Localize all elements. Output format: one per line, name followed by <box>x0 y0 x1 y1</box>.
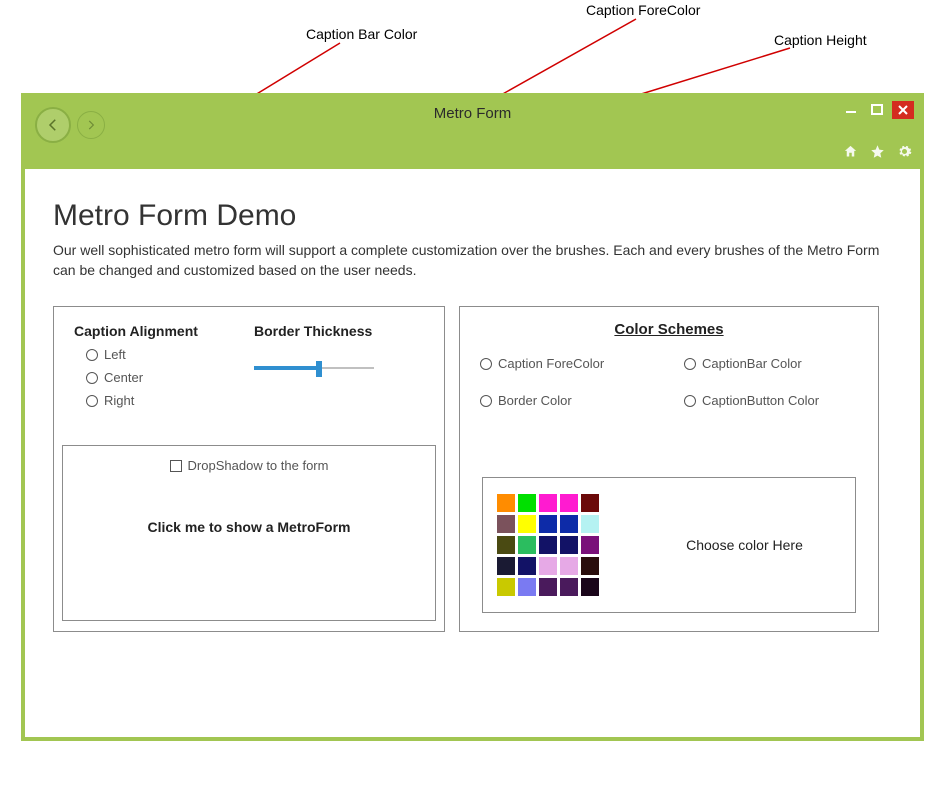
annotation-caption-height: Caption Height <box>774 32 867 48</box>
star-icon[interactable] <box>870 144 885 163</box>
color-scheme-options: Caption ForeColor CaptionBar Color Borde… <box>474 356 864 408</box>
radio-center[interactable]: Center <box>86 370 224 385</box>
back-button[interactable] <box>35 107 71 143</box>
color-swatch[interactable] <box>581 515 599 533</box>
color-swatch[interactable] <box>581 557 599 575</box>
page-description: Our well sophisticated metro form will s… <box>53 241 892 280</box>
dropshadow-checkbox[interactable]: DropShadow to the form <box>170 458 329 473</box>
color-swatch[interactable] <box>560 578 578 596</box>
color-swatch[interactable] <box>581 536 599 554</box>
color-swatch[interactable] <box>581 578 599 596</box>
color-swatch[interactable] <box>518 536 536 554</box>
annotation-caption-forecolor: Caption ForeColor <box>586 2 700 18</box>
color-swatch[interactable] <box>560 515 578 533</box>
color-schemes-title: Color Schemes <box>474 321 864 338</box>
forward-button[interactable] <box>77 111 105 139</box>
inner-box: DropShadow to the form Click me to show … <box>62 445 436 621</box>
color-swatch[interactable] <box>497 557 515 575</box>
radio-right[interactable]: Right <box>86 393 224 408</box>
color-swatch[interactable] <box>560 557 578 575</box>
color-swatch[interactable] <box>518 515 536 533</box>
system-buttons <box>840 101 914 119</box>
window-title: Metro Form <box>434 105 512 122</box>
color-swatch[interactable] <box>518 557 536 575</box>
color-swatch[interactable] <box>539 494 557 512</box>
caption-bar: Metro Form <box>25 97 920 169</box>
radio-border-color[interactable]: Border Color <box>480 393 654 408</box>
color-swatch[interactable] <box>497 494 515 512</box>
color-swatch[interactable] <box>497 515 515 533</box>
content-area: Metro Form Demo Our well sophisticated m… <box>25 169 920 656</box>
color-swatch[interactable] <box>497 536 515 554</box>
choose-color-label: Choose color Here <box>648 536 841 554</box>
panel-right: Color Schemes Caption ForeColor CaptionB… <box>459 306 879 632</box>
dropshadow-label: DropShadow to the form <box>188 458 329 473</box>
metro-form-window: Metro Form Metro Form Demo <box>21 93 924 741</box>
gear-icon[interactable] <box>897 144 912 163</box>
color-swatch[interactable] <box>560 536 578 554</box>
radio-caption-forecolor[interactable]: Caption ForeColor <box>480 356 654 371</box>
color-swatch[interactable] <box>539 536 557 554</box>
color-picker: Choose color Here <box>482 477 856 613</box>
color-swatch[interactable] <box>518 578 536 596</box>
caption-alignment-group: Left Center Right <box>74 347 224 408</box>
color-swatch[interactable] <box>539 578 557 596</box>
annotation-caption-bar-color: Caption Bar Color <box>306 26 417 42</box>
panel-left: Caption Alignment Left Center Right Bord… <box>53 306 445 632</box>
maximize-button[interactable] <box>866 101 888 119</box>
color-swatch[interactable] <box>581 494 599 512</box>
color-swatch[interactable] <box>539 557 557 575</box>
close-button[interactable] <box>892 101 914 119</box>
radio-captionbutton-color[interactable]: CaptionButton Color <box>684 393 858 408</box>
page-title: Metro Form Demo <box>53 199 892 233</box>
radio-captionbar-color[interactable]: CaptionBar Color <box>684 356 858 371</box>
border-thickness-label: Border Thickness <box>254 323 424 339</box>
home-icon[interactable] <box>843 144 858 163</box>
minimize-button[interactable] <box>840 101 862 119</box>
color-swatch[interactable] <box>518 494 536 512</box>
color-swatch[interactable] <box>539 515 557 533</box>
swatch-grid <box>497 494 620 596</box>
show-metroform-button[interactable]: Click me to show a MetroForm <box>147 519 350 535</box>
color-swatch[interactable] <box>560 494 578 512</box>
radio-left[interactable]: Left <box>86 347 224 362</box>
border-thickness-slider[interactable] <box>254 359 374 377</box>
color-swatch[interactable] <box>497 578 515 596</box>
caption-alignment-label: Caption Alignment <box>74 323 224 339</box>
